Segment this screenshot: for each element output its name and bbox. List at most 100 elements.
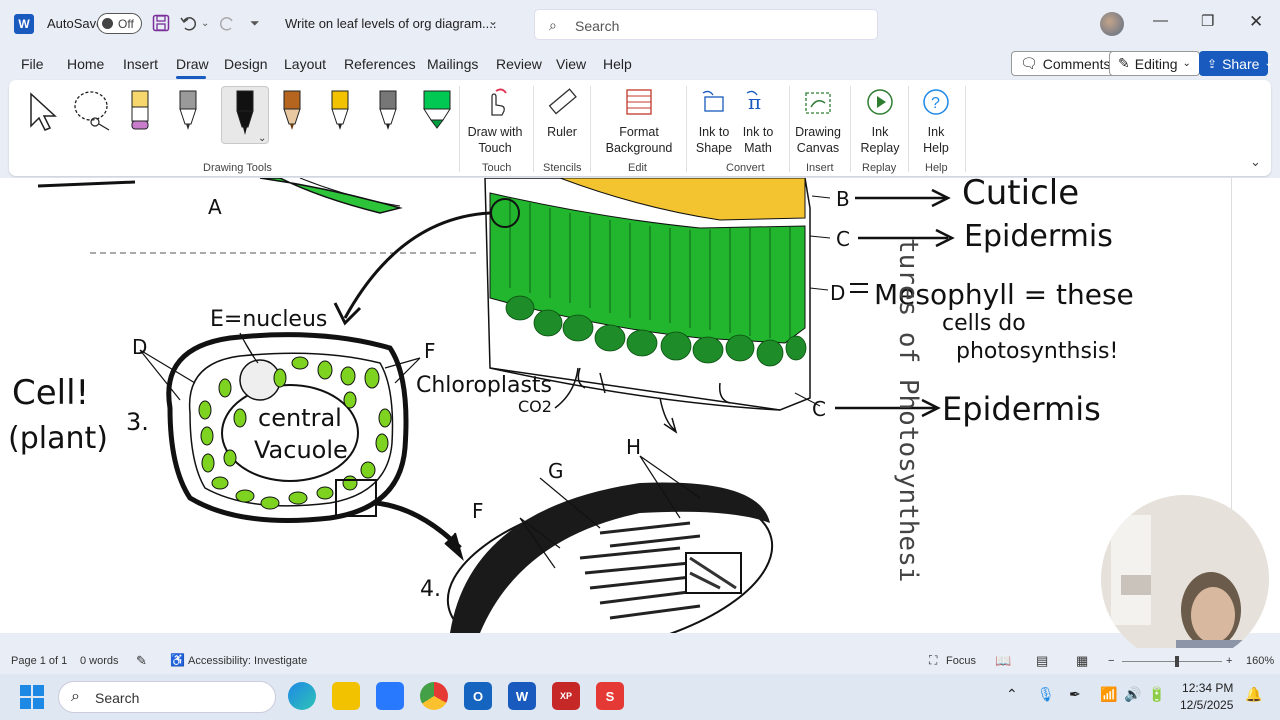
screencast-icon[interactable]: S bbox=[596, 682, 624, 710]
battery-icon[interactable]: 🔋 bbox=[1148, 686, 1165, 703]
xp-pen-icon[interactable]: XP bbox=[552, 682, 580, 710]
avatar[interactable] bbox=[1100, 12, 1124, 36]
pen-black-selected[interactable]: ⌄ bbox=[221, 86, 269, 144]
title-chevron-icon[interactable]: ⌄ bbox=[488, 14, 498, 28]
store-icon[interactable] bbox=[376, 682, 404, 710]
comments-button[interactable]: 🗨 Comments bbox=[1011, 51, 1120, 76]
format-background-label-1: Format bbox=[619, 125, 659, 139]
ruler-icon bbox=[546, 86, 578, 118]
minimize-icon[interactable]: — bbox=[1153, 12, 1168, 29]
pencil-brown-pen[interactable] bbox=[273, 86, 313, 144]
pen-gray-pen[interactable] bbox=[369, 86, 409, 144]
select-tool[interactable] bbox=[23, 86, 63, 144]
ink-to-shape-button[interactable]: Ink to Shape bbox=[693, 86, 735, 156]
pen-yellow-pen[interactable] bbox=[321, 86, 361, 144]
pen-menu-icon[interactable]: ✒ bbox=[1069, 686, 1081, 703]
editing-button[interactable]: ✎ Editing ⌄ bbox=[1109, 51, 1200, 76]
tab-references[interactable]: References bbox=[344, 56, 416, 72]
format-background-icon bbox=[623, 86, 655, 118]
autosave-toggle[interactable]: Off bbox=[97, 13, 142, 34]
volume-icon[interactable]: 🔊 bbox=[1124, 686, 1141, 703]
wifi-icon[interactable]: 📶 bbox=[1100, 686, 1117, 703]
ink-to-shape-label-1: Ink to bbox=[698, 125, 730, 139]
webcam-overlay bbox=[1101, 495, 1269, 663]
cell-note-2: (plant) bbox=[8, 421, 108, 456]
redo-icon[interactable] bbox=[218, 14, 236, 36]
tab-help[interactable]: Help bbox=[603, 56, 632, 72]
microphone-icon[interactable]: 🎙 bbox=[1037, 686, 1055, 703]
zoom-level[interactable]: 160% bbox=[1246, 655, 1274, 667]
outlook-icon[interactable]: O bbox=[464, 682, 492, 710]
ink-help-button[interactable]: ? Ink Help bbox=[915, 86, 957, 156]
share-label: Share bbox=[1222, 55, 1260, 72]
autosave-label: AutoSave bbox=[47, 16, 104, 31]
search-placeholder: Search bbox=[575, 18, 620, 34]
tab-review[interactable]: Review bbox=[496, 56, 542, 72]
close-icon[interactable]: ✕ bbox=[1249, 12, 1263, 32]
show-hidden-icons-chevron-icon[interactable]: ⌃ bbox=[1006, 686, 1018, 703]
page-count[interactable]: Page 1 of 1 bbox=[11, 655, 67, 667]
highlighter-yellow-pen[interactable] bbox=[121, 86, 161, 144]
touch-hand-icon bbox=[479, 86, 511, 118]
tab-mailings[interactable]: Mailings bbox=[427, 56, 478, 72]
accessibility-status[interactable]: Accessibility: Investigate bbox=[188, 655, 307, 667]
notifications-icon[interactable]: 🔔 bbox=[1245, 686, 1262, 703]
highlighter-green-pen[interactable] bbox=[417, 86, 457, 144]
share-chevron-icon: ⌄ bbox=[1264, 58, 1273, 69]
pencil-gray-pen[interactable] bbox=[169, 86, 209, 144]
system-clock[interactable]: 12:34 PM 12/5/2025 bbox=[1180, 680, 1233, 714]
drawing-canvas-label-1: Drawing bbox=[795, 125, 841, 139]
lasso-select-tool[interactable] bbox=[71, 86, 111, 144]
tab-insert[interactable]: Insert bbox=[123, 56, 158, 72]
ruler-button[interactable]: Ruler bbox=[541, 86, 583, 140]
print-layout-icon[interactable]: ▤ bbox=[1036, 653, 1048, 669]
share-button[interactable]: ⇪ Share ⌄ bbox=[1199, 51, 1273, 76]
windows-start-icon[interactable] bbox=[20, 685, 44, 709]
web-layout-icon[interactable]: ▦ bbox=[1076, 653, 1088, 669]
word-count[interactable]: 0 words bbox=[80, 655, 119, 667]
edge-icon[interactable] bbox=[288, 682, 316, 710]
tab-view[interactable]: View bbox=[556, 56, 586, 72]
document-title[interactable]: Write on leaf levels of org diagram.... bbox=[285, 16, 496, 31]
chrome-icon[interactable] bbox=[420, 682, 448, 710]
ruler-label: Ruler bbox=[547, 125, 577, 139]
search-input[interactable]: ⌕ Search bbox=[534, 9, 878, 40]
editing-label: Editing bbox=[1134, 55, 1178, 72]
zoom-slider-thumb[interactable] bbox=[1175, 656, 1179, 667]
draw-with-touch-button[interactable]: Draw with Touch bbox=[465, 86, 525, 156]
word-taskbar-icon[interactable]: W bbox=[508, 682, 536, 710]
customize-toolbar-icon[interactable]: ⏷ bbox=[250, 16, 260, 31]
autosave-state: Off bbox=[118, 17, 134, 31]
save-icon[interactable] bbox=[152, 14, 170, 36]
tab-layout[interactable]: Layout bbox=[284, 56, 326, 72]
tab-design[interactable]: Design bbox=[224, 56, 268, 72]
taskbar-search-input[interactable]: ⌕ Search bbox=[58, 681, 276, 713]
label-h: H bbox=[626, 435, 641, 459]
ink-replay-label-2: Replay bbox=[860, 141, 900, 155]
file-explorer-icon[interactable] bbox=[332, 682, 360, 710]
tab-home[interactable]: Home bbox=[67, 56, 104, 72]
zoom-slider[interactable] bbox=[1122, 661, 1222, 662]
epidermis-top-note: Epidermis bbox=[964, 219, 1113, 254]
ink-to-math-button[interactable]: π Ink to Math bbox=[737, 86, 779, 156]
document-canvas[interactable]: A B C D C D F F G H 3. 4. E=nucleus Cuti… bbox=[0, 178, 1231, 633]
format-background-label-2: Background bbox=[605, 141, 673, 155]
restore-icon[interactable]: ❐ bbox=[1201, 12, 1214, 30]
ink-replay-button[interactable]: Ink Replay bbox=[859, 86, 901, 156]
toggle-knob bbox=[102, 18, 113, 29]
undo-dropdown-icon[interactable]: ⌄ bbox=[201, 18, 209, 29]
tab-file[interactable]: File bbox=[21, 56, 44, 72]
format-background-button[interactable]: Format Background bbox=[597, 86, 681, 156]
zoom-in-icon[interactable]: + bbox=[1226, 655, 1232, 667]
proofing-icon[interactable]: ✎ bbox=[136, 653, 147, 669]
zoom-out-icon[interactable]: − bbox=[1108, 655, 1114, 667]
drawing-canvas-button[interactable]: Drawing Canvas bbox=[795, 86, 841, 156]
edit-group-label: Edit bbox=[628, 162, 647, 174]
read-mode-icon[interactable]: 📖 bbox=[995, 653, 1011, 669]
focus-button[interactable]: Focus bbox=[946, 655, 976, 667]
group-divider bbox=[789, 86, 790, 172]
undo-icon[interactable] bbox=[180, 14, 198, 36]
tab-draw[interactable]: Draw bbox=[176, 56, 209, 72]
comment-icon: 🗨 bbox=[1020, 55, 1038, 71]
collapse-ribbon-icon[interactable]: ⌄ bbox=[1250, 154, 1261, 170]
